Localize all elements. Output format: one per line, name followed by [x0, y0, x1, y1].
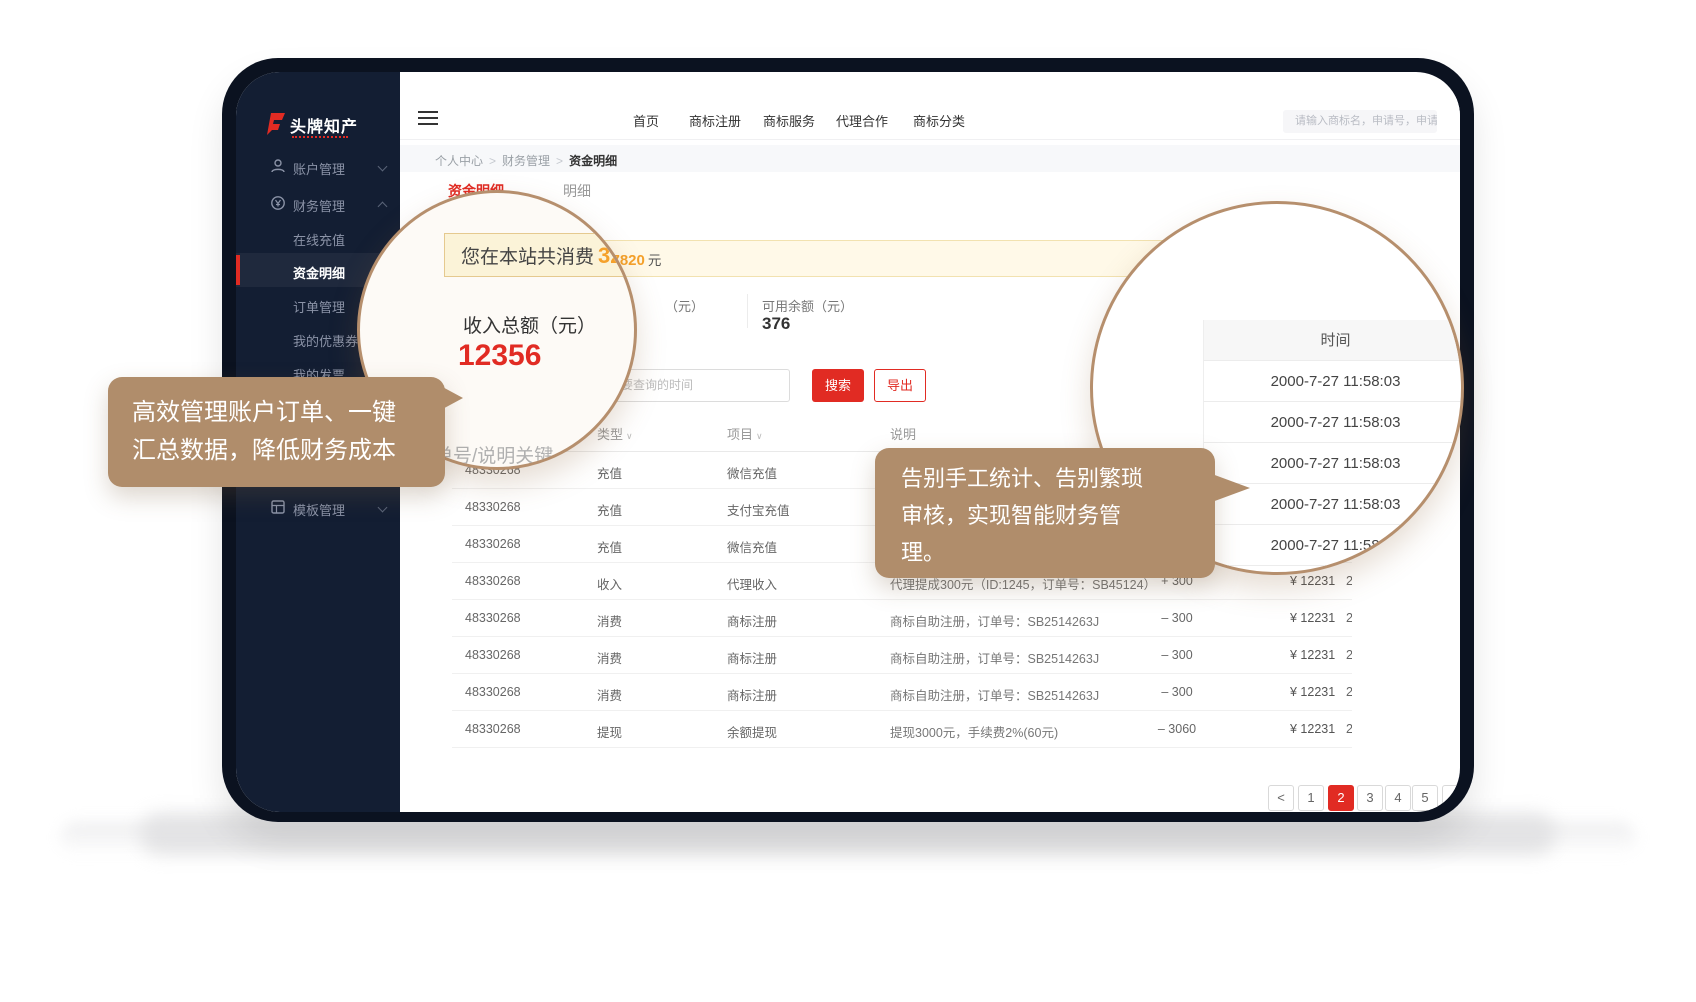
- nav-item-trademark-services[interactable]: 商标服务: [763, 111, 815, 130]
- pagination-page-4[interactable]: 4: [1385, 785, 1411, 811]
- callout-right: 告别手工统计、告别繁琐 审核，实现智能财务管 理。: [875, 448, 1215, 578]
- breadcrumb-fund-details: 资金明细: [569, 154, 617, 168]
- nav-item-trademark-register[interactable]: 商标注册: [689, 111, 741, 130]
- magnified-income-label: 收入总额（元）: [463, 311, 596, 338]
- sidebar-item-label: 模板管理: [293, 500, 345, 519]
- pagination-next-button[interactable]: >: [1442, 785, 1460, 811]
- laptop-base-shadow-soft: [60, 822, 1636, 856]
- sidebar-item-finance[interactable]: 财务管理: [236, 186, 400, 220]
- tab-second-fragment[interactable]: 明细: [563, 181, 591, 201]
- sidebar-item-label: 我的优惠券: [293, 331, 358, 350]
- column-header-type[interactable]: 类型∨: [597, 424, 633, 443]
- callout-left: 高效管理账户订单、一键 汇总数据，降低财务成本: [108, 377, 445, 487]
- sidebar-item-label: 账户管理: [293, 159, 345, 178]
- breadcrumb-personal-center[interactable]: 个人中心: [435, 154, 483, 168]
- table-row[interactable]: 48330268消费商标注册商标自助注册，订单号：SB2514263J– 300…: [452, 674, 1352, 711]
- available-balance-label: 可用余额（元）: [762, 296, 853, 315]
- trademark-search-input[interactable]: 请输入商标名，申请号，申请人: [1283, 110, 1437, 133]
- nav-item-trademark-category[interactable]: 商标分类: [913, 111, 965, 130]
- breadcrumb: 个人中心>财务管理>资金明细: [435, 152, 617, 169]
- magnified-consumption-banner: 您在本站共消费32124: [444, 233, 637, 277]
- menu-hamburger-icon[interactable]: [418, 111, 438, 125]
- callout-left-arrow: [437, 384, 463, 412]
- top-navbar: 首页 商标注册 商标服务 代理合作 商标分类 请输入商标名，申请号，申请人: [400, 96, 1460, 140]
- magnified-banner-prefix: 您在本站共消费: [461, 247, 594, 268]
- sidebar-item-label: 订单管理: [293, 297, 345, 316]
- breadcrumb-bar: 个人中心>财务管理>资金明细: [400, 145, 1460, 172]
- pagination-page-5[interactable]: 5: [1412, 785, 1438, 811]
- nav-item-agency[interactable]: 代理合作: [836, 111, 888, 130]
- magnified-time-column-header: 时间: [1203, 320, 1464, 361]
- pagination-page-2-active[interactable]: 2: [1328, 785, 1354, 811]
- table-row[interactable]: 48330268消费商标注册商标自助注册，订单号：SB2514263J– 300…: [452, 600, 1352, 637]
- callout-right-line1: 告别手工统计、告别繁琐: [901, 460, 1215, 497]
- pagination-prev-button[interactable]: <: [1268, 785, 1294, 811]
- logo-flag-icon: [264, 112, 286, 136]
- available-balance-value: 376: [762, 314, 790, 334]
- sidebar-item-label: 在线充值: [293, 230, 345, 249]
- stat-divider: [747, 294, 748, 328]
- sidebar-item-label: 财务管理: [293, 196, 345, 215]
- logo-subtext-dots: [292, 136, 348, 138]
- column-header-desc: 说明: [890, 424, 916, 443]
- sidebar-item-account[interactable]: 账户管理: [236, 149, 400, 183]
- chevron-up-icon: [378, 202, 388, 212]
- magnified-banner-amount: 32124: [598, 243, 637, 268]
- callout-left-line2: 汇总数据，降低财务成本: [132, 432, 445, 470]
- sidebar-item-templates[interactable]: 模板管理: [236, 490, 400, 524]
- table-row[interactable]: 48330268消费商标注册商标自助注册，订单号：SB2514263J– 300…: [452, 637, 1352, 674]
- breadcrumb-finance[interactable]: 财务管理: [502, 154, 550, 168]
- table-row[interactable]: 48330268提现余额提现提现3000元，手续费2%(60元)– 3060¥ …: [452, 711, 1352, 748]
- logo-title: 头牌知产: [290, 113, 358, 137]
- column-header-project[interactable]: 项目∨: [727, 424, 763, 443]
- magnified-income-value: 12356: [458, 339, 541, 373]
- pagination-page-3[interactable]: 3: [1357, 785, 1383, 811]
- sidebar-item-label: 资金明细: [293, 263, 345, 282]
- magnified-timestamp: 2000-7-27 11:58:03: [1203, 525, 1464, 566]
- magnified-timestamp: 2000-7-27 11:58:03: [1203, 402, 1464, 443]
- callout-left-line1: 高效管理账户订单、一键: [132, 394, 445, 432]
- chevron-down-icon: [378, 503, 388, 513]
- nav-item-home[interactable]: 首页: [633, 111, 659, 130]
- finance-icon: [270, 195, 286, 211]
- magnified-timestamp: 2000-7-27 11:58:03: [1203, 361, 1464, 402]
- screenshot-canvas: 头牌知产 账户管理 财务管理 在线充值 资金明细 订单管理: [0, 0, 1696, 1002]
- template-icon: [270, 499, 286, 515]
- sidebar-item-recharge[interactable]: 在线充值: [236, 220, 400, 254]
- banner-unit: 元: [648, 253, 662, 268]
- search-button[interactable]: 搜索: [812, 369, 864, 402]
- callout-right-arrow: [1212, 474, 1250, 502]
- logo[interactable]: 头牌知产: [264, 110, 394, 140]
- stat-label-fragment: （元）: [665, 296, 704, 315]
- callout-right-line2: 审核，实现智能财务管: [901, 497, 1215, 534]
- chevron-down-icon: [378, 162, 388, 172]
- callout-right-line3: 理。: [901, 534, 1215, 571]
- export-button[interactable]: 导出: [874, 369, 926, 402]
- pagination-page-1[interactable]: 1: [1298, 785, 1324, 811]
- user-icon: [270, 158, 286, 174]
